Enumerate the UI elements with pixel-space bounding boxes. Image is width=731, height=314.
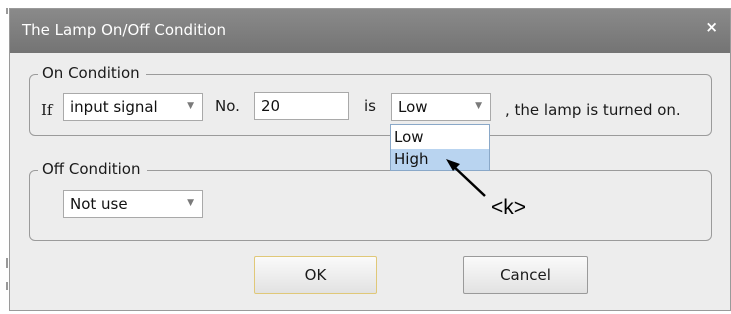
chevron-down-icon: ▼ xyxy=(187,101,194,111)
chevron-down-icon: ▼ xyxy=(475,101,482,111)
annotation-label: <k> xyxy=(491,196,527,219)
lamp-condition-dialog: The Lamp On/Off Condition × On Condition… xyxy=(9,8,731,311)
is-label: is xyxy=(364,97,376,115)
window-left-edge xyxy=(0,0,9,314)
close-icon[interactable]: × xyxy=(705,18,718,36)
signal-type-value: input signal xyxy=(70,98,158,116)
level-select[interactable]: Low ▼ xyxy=(391,93,491,121)
if-label: If xyxy=(41,101,53,119)
off-mode-value: Not use xyxy=(70,195,128,213)
number-input[interactable]: 20 xyxy=(254,92,349,120)
signal-type-select[interactable]: input signal ▼ xyxy=(63,93,203,121)
edge-mark xyxy=(6,258,8,268)
dialog-title: The Lamp On/Off Condition xyxy=(22,21,226,39)
on-condition-legend: On Condition xyxy=(38,64,146,82)
ok-button[interactable]: OK xyxy=(254,256,377,294)
number-value: 20 xyxy=(261,97,281,115)
off-condition-legend: Off Condition xyxy=(38,160,147,178)
edge-mark xyxy=(6,282,8,290)
edge-mark xyxy=(6,8,8,14)
off-mode-select[interactable]: Not use ▼ xyxy=(63,190,203,218)
dialog-titlebar: The Lamp On/Off Condition × xyxy=(10,9,730,53)
cancel-button[interactable]: Cancel xyxy=(463,256,588,294)
chevron-down-icon: ▼ xyxy=(187,198,194,208)
on-condition-suffix: , the lamp is turned on. xyxy=(505,101,681,119)
no-label: No. xyxy=(215,97,240,115)
dropdown-option-low[interactable]: Low xyxy=(391,127,489,148)
level-value: Low xyxy=(398,98,428,116)
